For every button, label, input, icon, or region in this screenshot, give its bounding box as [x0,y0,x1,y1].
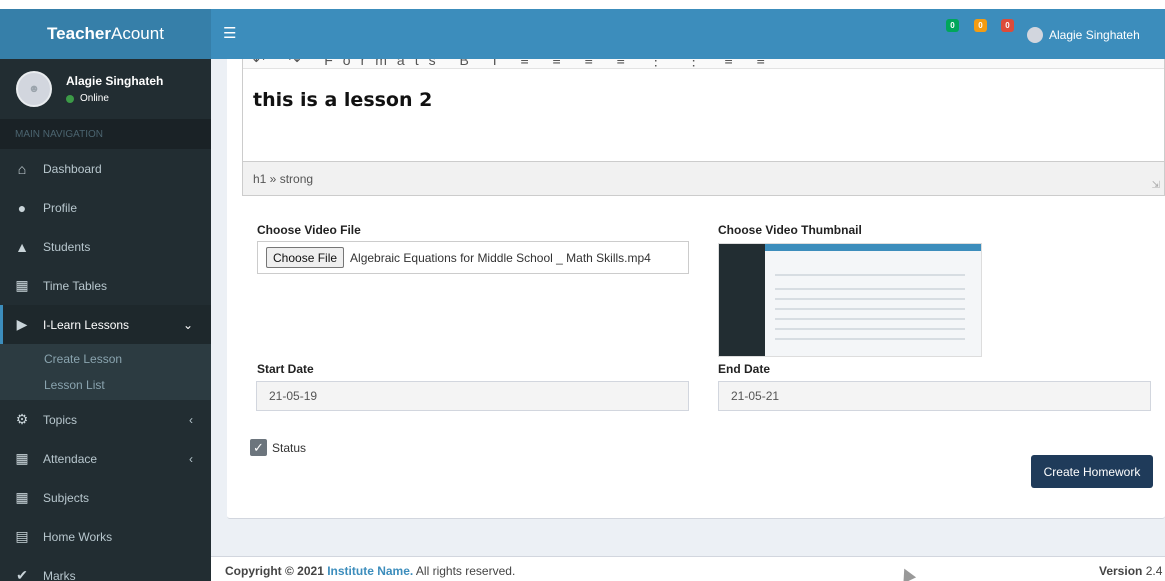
sidebar-user-name: Alagie Singhateh [66,74,164,88]
sidebar-item-lesson-list[interactable]: Lesson List [0,372,211,398]
sidebar-item-dashboard[interactable]: ⌂ Dashboard [0,149,211,188]
app-logo[interactable]: Teacher Acount [0,9,211,59]
element-path: h1 » strong [253,172,314,186]
notifications-badge[interactable]: 0 [974,19,987,32]
sidebar-item-label: Profile [43,200,78,215]
check-icon: ✔ [16,567,28,581]
sidebar-item-create-lesson[interactable]: Create Lesson [0,346,211,372]
chevron-left-icon: ‹ [189,451,193,466]
user-icon: ● [17,199,27,216]
sidebar-item-label: Attendace [43,451,98,466]
sidebar: Teacher Acount ☻ Alagie Singhateh Online … [0,9,211,581]
user-status: Online [66,93,163,104]
online-dot-icon [66,94,74,103]
chevron-down-icon: ⌄ [182,317,193,332]
brand-rest: Acount [111,24,164,43]
tasks-badge[interactable]: 0 [1001,19,1014,32]
start-date-label: Start Date [257,362,314,376]
editor-statusbar: h1 » strong ⇲ [243,161,1164,195]
editor-toolbar: ↶ ↷ Formats B I ≡ ≡ ≡ ≡ ⋮ ⋮ ≡ ≡ [243,59,1164,69]
editor-content[interactable]: this is a lesson 2 [243,69,1164,161]
choose-file-button[interactable]: Choose File [266,247,345,268]
sidebar-item-label: Subjects [43,490,90,505]
institute-link[interactable]: Institute Name. [327,564,413,578]
status-checkbox[interactable]: ✓ [250,439,267,456]
calendar-check-icon: ▦ [15,450,29,466]
user-panel: ☻ Alagie Singhateh Online [0,59,211,119]
video-icon: ▶ [16,316,28,332]
create-homework-button[interactable]: Create Homework [1031,455,1153,488]
lesson-heading: this is a lesson 2 [253,89,433,111]
editor-toolbar-icons[interactable]: ↶ ↷ Formats B I ≡ ≡ ≡ ≡ ⋮ ⋮ ≡ ≡ [253,59,775,68]
top-navbar: ☰ 0 0 0 Alagie Singhateh [211,9,1165,59]
end-date-label: End Date [718,362,771,376]
sidebar-item-time-tables[interactable]: ▦ Time Tables [0,266,211,305]
video-file-input[interactable]: Choose File Algebraic Equations for Midd… [257,241,689,274]
sidebar-item-attendace[interactable]: ▦ Attendace ‹ [0,439,211,478]
rich-text-editor[interactable]: ↶ ↷ Formats B I ≡ ≡ ≡ ≡ ⋮ ⋮ ≡ ≡ this is … [242,59,1165,196]
sidebar-item-label: Home Works [43,529,113,544]
resize-handle-icon[interactable]: ⇲ [1152,180,1160,191]
video-file-label: Choose Video File [257,223,361,237]
status-field[interactable]: ✓ Status [250,439,306,456]
gear-icon: ⚙ [15,411,29,427]
avatar: ☻ [16,71,52,107]
version-info: Version 2.4 [1099,564,1163,578]
messages-badge[interactable]: 0 [946,19,959,32]
sidebar-item-students[interactable]: ▲ Students [0,227,211,266]
start-date-input[interactable]: 21-05-19 [256,381,689,411]
status-label: Status [272,440,307,455]
sidebar-item-marks[interactable]: ✔ Marks [0,556,211,581]
header-user-menu[interactable]: Alagie Singhateh [1027,27,1140,43]
sidebar-item-home-works[interactable]: ▤ Home Works [0,517,211,556]
sidebar-item-topics[interactable]: ⚙ Topics ‹ [0,400,211,439]
avatar [1027,27,1043,43]
sidebar-item-label: Marks [43,568,76,581]
sidebar-item-label: Students [43,239,91,254]
header-user-name: Alagie Singhateh [1049,28,1140,42]
top-strip [0,0,1165,9]
home-icon: ⌂ [17,160,27,177]
sidebar-item-profile[interactable]: ● Profile [0,188,211,227]
calendar-icon: ▦ [15,277,29,293]
thumbnail-header [765,244,981,251]
sidebar-item-ilearn-lessons[interactable]: ▶ I-Learn Lessons ⌄ [0,305,211,344]
chosen-file-name: Algebraic Equations for Middle School _ … [350,250,651,265]
nav-header: MAIN NAVIGATION [0,119,211,149]
sidebar-item-label: Time Tables [43,278,108,293]
lesson-form-box: ↶ ↷ Formats B I ≡ ≡ ≡ ≡ ⋮ ⋮ ≡ ≡ this is … [227,59,1165,519]
sidebar-item-label: I-Learn Lessons [43,317,130,332]
end-date-input[interactable]: 21-05-21 [718,381,1151,411]
brand-bold: Teacher [47,24,111,43]
thumbnail-label: Choose Video Thumbnail [718,223,862,237]
sidebar-item-subjects[interactable]: ▦ Subjects [0,478,211,517]
copyright: Copyright © 2021 Institute Name. All rig… [225,564,516,578]
sidebar-item-label: Topics [43,412,78,427]
video-thumbnail-preview[interactable] [718,243,982,357]
grid-icon: ▦ [15,489,29,505]
chevron-left-icon: ‹ [189,412,193,427]
sidebar-item-label: Dashboard [43,161,102,176]
menu-toggle-icon[interactable]: ☰ [223,24,236,42]
document-icon: ▤ [15,528,29,544]
thumbnail-sidebar [719,244,765,356]
footer: Copyright © 2021 Institute Name. All rig… [211,556,1165,581]
lessons-submenu: Create Lesson Lesson List [0,344,211,400]
graduation-cap-icon: ▲ [15,238,29,255]
